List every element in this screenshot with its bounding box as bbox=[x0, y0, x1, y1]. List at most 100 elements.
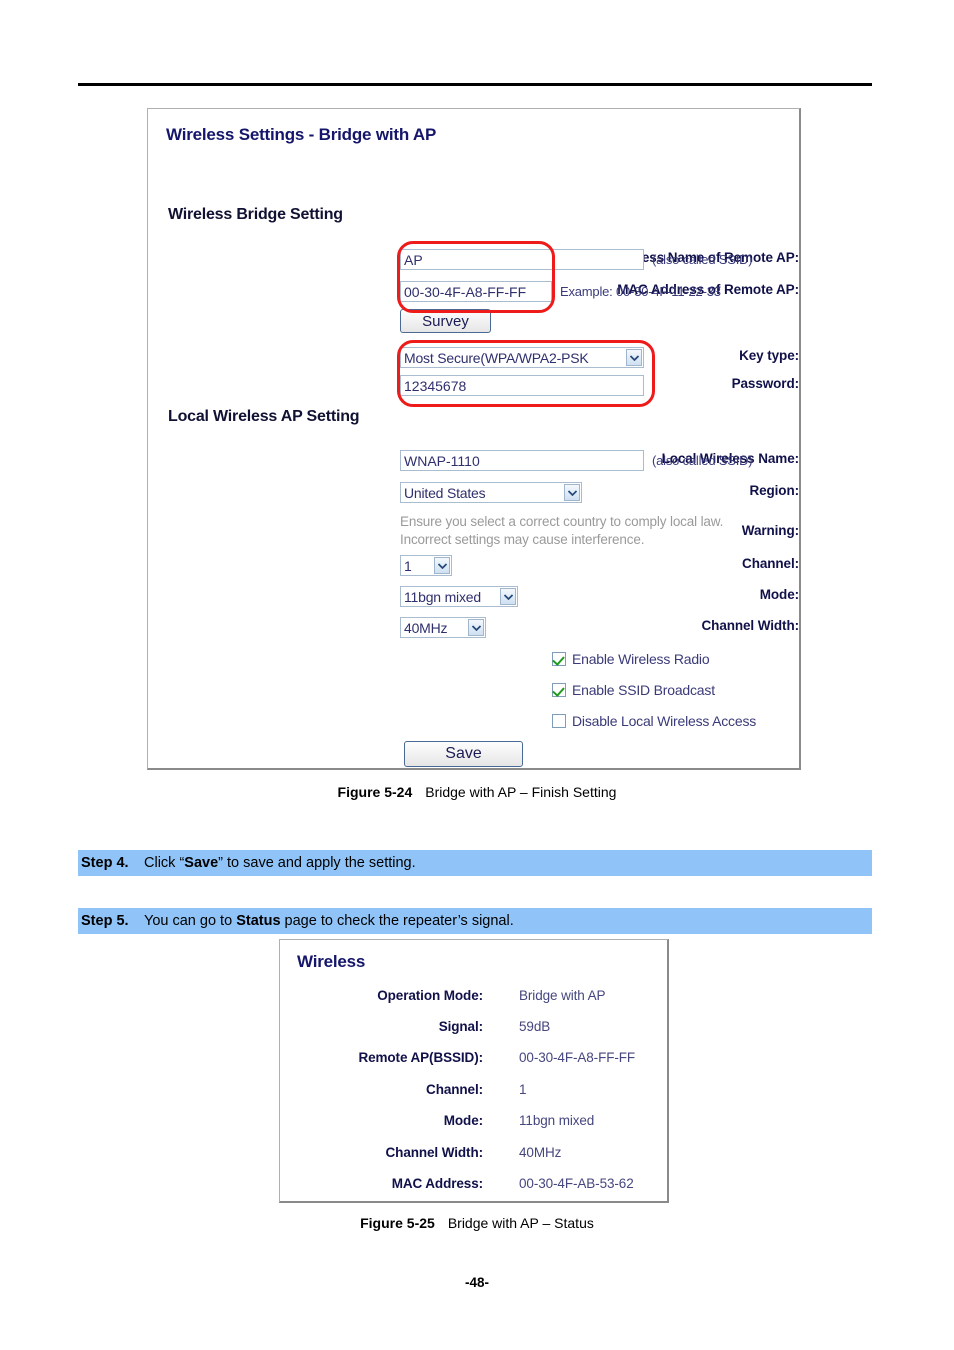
key-type-control: Most Secure(WPA/WPA2-PSK bbox=[400, 347, 644, 368]
status-row-operation-mode: Operation Mode: Bridge with AP bbox=[280, 988, 667, 1008]
save-control: Save bbox=[404, 741, 523, 767]
password-control bbox=[400, 375, 644, 396]
field-row-local-ssid: Local Wireless Name: (also called SSID) bbox=[148, 450, 799, 473]
remote-ssid-input[interactable] bbox=[400, 249, 644, 270]
field-row-mode: Mode: 11bgn mixed bbox=[148, 586, 799, 609]
checkbox-label-enable-ssid-broadcast: Enable SSID Broadcast bbox=[572, 682, 715, 698]
status-label-channel: Channel: bbox=[426, 1082, 483, 1097]
remote-ssid-control bbox=[400, 249, 644, 270]
figure-caption-5-24-number: Figure 5-24 bbox=[337, 784, 413, 800]
status-label-operation-mode: Operation Mode: bbox=[377, 988, 483, 1003]
wireless-settings-panel: Wireless Settings - Bridge with AP Wirel… bbox=[147, 108, 801, 770]
warning-line-1: Ensure you select a correct country to c… bbox=[400, 514, 724, 529]
label-channel: Channel: bbox=[742, 556, 799, 571]
status-value-signal: 59dB bbox=[519, 1019, 551, 1034]
field-row-survey: Survey bbox=[148, 309, 799, 333]
step-4-text: Click “Save” to save and apply the setti… bbox=[144, 855, 416, 871]
warning-text: Ensure you select a correct country to c… bbox=[400, 513, 723, 549]
checkbox-enable-wireless-radio[interactable] bbox=[552, 652, 566, 666]
mode-control: 11bgn mixed bbox=[400, 586, 518, 607]
status-label-remote-ap-bssid: Remote AP(BSSID): bbox=[358, 1050, 483, 1065]
survey-button[interactable]: Survey bbox=[400, 309, 491, 333]
status-label-channel-width: Channel Width: bbox=[385, 1145, 484, 1160]
hint-local-ssid: (also called SSID) bbox=[652, 453, 753, 468]
field-row-channel: Channel: 1 bbox=[148, 555, 799, 578]
header-divider bbox=[78, 83, 872, 86]
channel-width-select[interactable]: 40MHz bbox=[400, 617, 486, 638]
label-mode: Mode: bbox=[759, 587, 799, 602]
chevron-down-icon bbox=[626, 349, 642, 366]
step-5-text: You can go to Status page to check the r… bbox=[144, 913, 514, 929]
status-panel-title: Wireless bbox=[297, 952, 366, 971]
key-type-select[interactable]: Most Secure(WPA/WPA2-PSK bbox=[400, 347, 644, 368]
step-5-text-after: page to check the repeater’s signal. bbox=[280, 913, 514, 929]
step-4-band: Step 4. Click “Save” to save and apply t… bbox=[78, 850, 872, 876]
local-ssid-control bbox=[400, 450, 644, 471]
mode-select[interactable]: 11bgn mixed bbox=[400, 586, 518, 607]
status-row-mode: Mode: 11bgn mixed bbox=[280, 1113, 667, 1133]
chevron-down-icon bbox=[468, 619, 484, 636]
field-row-remote-mac: MAC Address of Remote AP: Example: 00-30… bbox=[148, 281, 799, 304]
step-5-text-before: You can go to bbox=[144, 913, 237, 929]
survey-control: Survey bbox=[400, 309, 491, 333]
key-type-value: Most Secure(WPA/WPA2-PSK bbox=[404, 349, 589, 366]
channel-control: 1 bbox=[400, 555, 452, 576]
hint-remote-ssid: (also called SSID) bbox=[652, 252, 753, 267]
password-input[interactable] bbox=[400, 375, 644, 396]
region-select[interactable]: United States bbox=[400, 482, 582, 503]
step-4-text-after: ” to save and apply the setting. bbox=[218, 855, 416, 871]
status-value-mode: 11bgn mixed bbox=[519, 1113, 595, 1128]
field-row-warning: Warning: Ensure you select a correct cou… bbox=[148, 513, 799, 551]
figure-caption-5-25-number: Figure 5-25 bbox=[360, 1215, 435, 1231]
status-label-mode: Mode: bbox=[443, 1113, 483, 1128]
field-row-channel-width: Channel Width: 40MHz bbox=[148, 617, 800, 640]
remote-mac-input[interactable] bbox=[400, 281, 552, 302]
field-row-region: Region: United States bbox=[148, 482, 799, 505]
status-row-channel-width: Channel Width: 40MHz bbox=[280, 1145, 667, 1165]
figure-caption-5-24-text: Bridge with AP – Finish Setting bbox=[425, 784, 617, 800]
save-button[interactable]: Save bbox=[404, 741, 523, 767]
step-5-bold: Status bbox=[236, 913, 281, 929]
field-row-password: Password: bbox=[148, 375, 799, 398]
status-value-channel-width: 40MHz bbox=[519, 1145, 562, 1160]
channel-select[interactable]: 1 bbox=[400, 555, 452, 576]
step-4-bold: Save bbox=[184, 855, 219, 871]
page-title: Wireless Settings - Bridge with AP bbox=[166, 125, 437, 144]
status-row-signal: Signal: 59dB bbox=[280, 1019, 667, 1039]
step-4-number: Step 4. bbox=[81, 855, 129, 871]
status-value-remote-ap-bssid: 00-30-4F-A8-FF-FF bbox=[519, 1050, 636, 1065]
local-ssid-input[interactable] bbox=[400, 450, 644, 471]
status-value-operation-mode: Bridge with AP bbox=[519, 988, 606, 1003]
checkbox-disable-local-wireless-access[interactable] bbox=[552, 714, 566, 728]
checkbox-row-disable-local-wireless-access[interactable]: Disable Local Wireless Access bbox=[552, 713, 756, 729]
checkbox-enable-ssid-broadcast[interactable] bbox=[552, 683, 566, 697]
warning-line-2: Incorrect settings may cause interferenc… bbox=[400, 532, 645, 547]
channel-width-control: 40MHz bbox=[400, 617, 486, 638]
status-label-signal: Signal: bbox=[438, 1019, 483, 1034]
chevron-down-icon bbox=[500, 588, 516, 605]
field-row-remote-ssid: Wireless Name of Remote AP: (also called… bbox=[148, 249, 799, 272]
page-number: -48- bbox=[464, 1275, 489, 1290]
status-row-channel: Channel: 1 bbox=[280, 1082, 667, 1102]
figure-caption-5-25: Figure 5-25 Bridge with AP – Status bbox=[0, 1215, 954, 1231]
channel-width-value: 40MHz bbox=[404, 619, 448, 636]
region-value: United States bbox=[404, 484, 486, 501]
section-heading-local-ap: Local Wireless AP Setting bbox=[168, 408, 360, 425]
step-5-number: Step 5. bbox=[81, 913, 129, 929]
step-5-band: Step 5. You can go to Status page to che… bbox=[78, 908, 872, 934]
chevron-down-icon bbox=[434, 557, 450, 574]
status-value-channel: 1 bbox=[519, 1082, 527, 1097]
region-control: United States bbox=[400, 482, 582, 503]
section-heading-wireless-bridge: Wireless Bridge Setting bbox=[168, 206, 343, 223]
figure-caption-5-24: Figure 5-24 Bridge with AP – Finish Setti… bbox=[0, 784, 954, 800]
chevron-down-icon bbox=[564, 484, 580, 501]
mode-value: 11bgn mixed bbox=[404, 588, 481, 605]
channel-value: 1 bbox=[404, 557, 412, 574]
checkbox-row-enable-wireless-radio[interactable]: Enable Wireless Radio bbox=[552, 651, 710, 667]
checkbox-row-enable-ssid-broadcast[interactable]: Enable SSID Broadcast bbox=[552, 682, 715, 698]
status-row-remote-ap-bssid: Remote AP(BSSID): 00-30-4F-A8-FF-FF bbox=[280, 1050, 667, 1070]
checkbox-label-disable-local-wireless-access: Disable Local Wireless Access bbox=[572, 713, 757, 729]
label-channel-width: Channel Width: bbox=[701, 618, 800, 633]
hint-remote-mac: Example: 00-30-4F-11-22-33 bbox=[560, 284, 721, 299]
status-value-mac-address: 00-30-4F-AB-53-62 bbox=[519, 1176, 634, 1191]
